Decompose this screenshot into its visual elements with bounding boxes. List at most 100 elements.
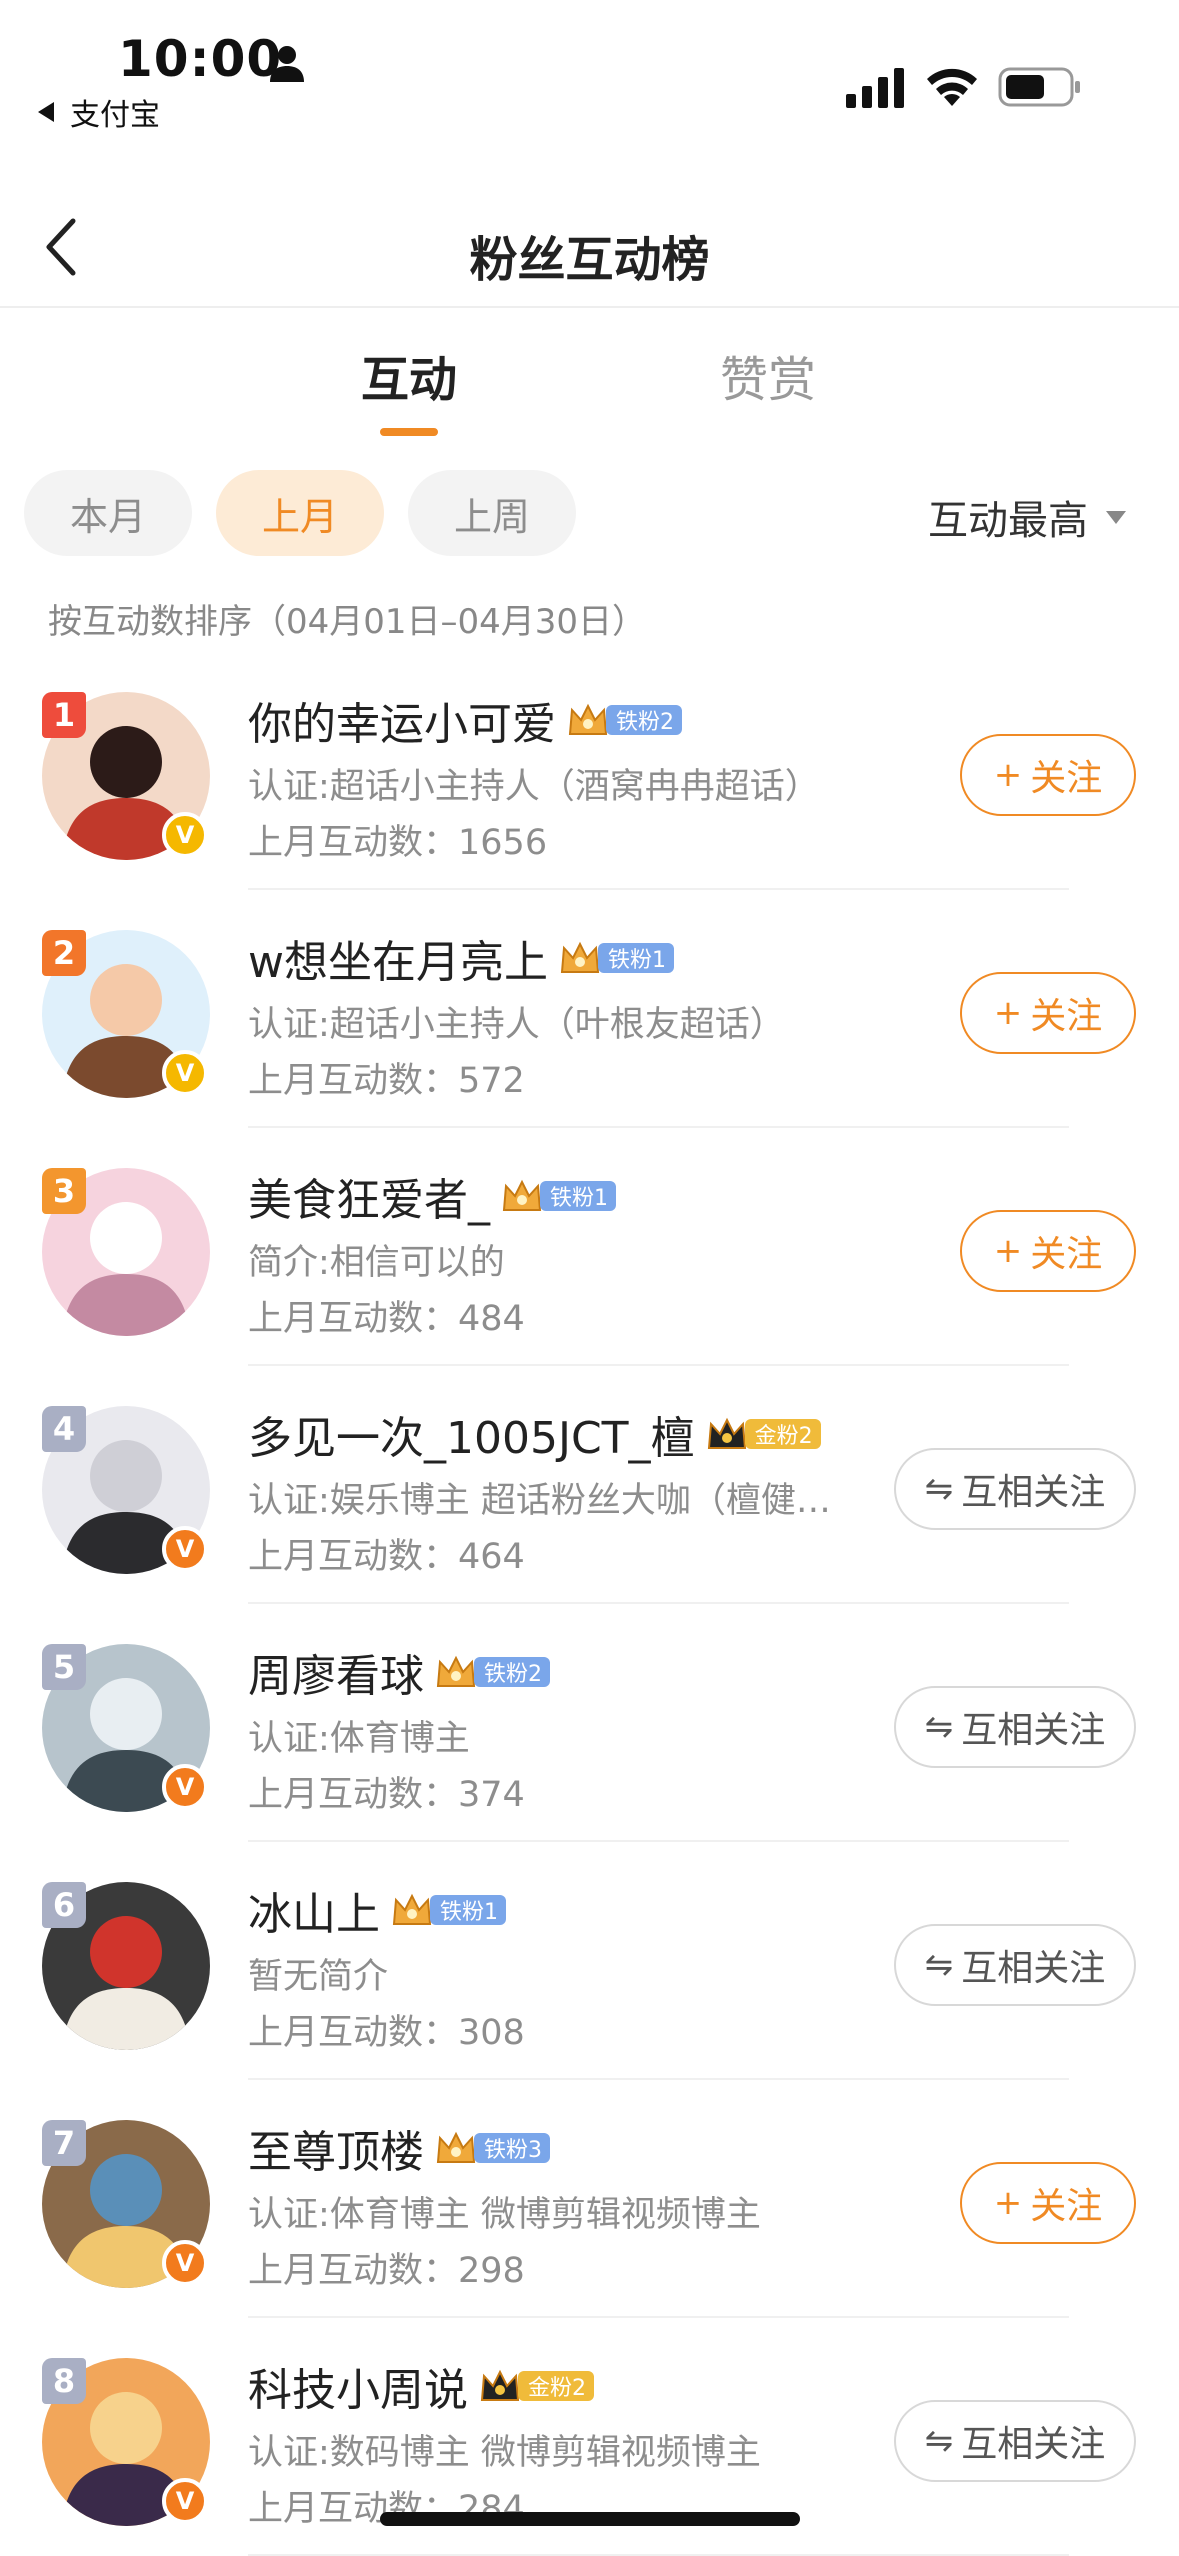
fan-description: 认证:超话小主持人（酒窝冉冉超话） [248,767,820,807]
mutual-arrows-icon: ⇋ [924,1945,954,1985]
plus-icon: + [993,2183,1023,2223]
follow-button-label: 关注 [1030,758,1103,799]
fan-description: 认证:数码博主 微博剪辑视频博主 [248,2433,761,2473]
name-line: 多见一次_1005JCT_檀 金粉2 [248,1402,821,1466]
interaction-count-line: 上月互动数：572 [248,1052,525,1103]
fan-row[interactable]: 1 V 你的幸运小可爱 铁粉2 认证:超话小主持人（酒窝冉冉超话） 上月互动数：… [0,650,1179,890]
interaction-count-label: 上月互动数： [248,2013,459,2053]
crown-icon [502,1179,542,1211]
tab-interaction[interactable]: 互动 [309,340,509,410]
crown-icon [436,1655,476,1687]
sort-dropdown[interactable]: 互动最高 [928,488,1126,546]
fan-level-badge: 铁粉3 [434,2128,550,2168]
fan-level-badge: 铁粉1 [500,1176,616,1216]
fan-name[interactable]: 周廖看球 [248,1640,424,1704]
fan-row[interactable]: 7 V 至尊顶楼 铁粉3 认证:体育博主 微博剪辑视频博主 上月互动数：298 … [0,2078,1179,2318]
plus-icon: + [993,755,1023,795]
fan-level-label: 铁粉3 [474,2133,550,2163]
follow-button[interactable]: + 关注 [960,734,1136,816]
tab-active-indicator [380,428,438,436]
caret-down-icon [1106,510,1126,524]
crown-icon [392,1893,432,1925]
fan-description: 认证:体育博主 [248,1719,470,1759]
fan-name[interactable]: 冰山上 [248,1878,380,1942]
back-to-app-link[interactable]: 支付宝 [38,90,160,134]
filter-this-month[interactable]: 本月 [24,470,192,556]
name-line: 你的幸运小可爱 铁粉2 [248,688,682,752]
follow-button-label: 关注 [1030,1234,1103,1275]
fan-level-label: 金粉2 [518,2371,594,2401]
follow-button-label: 互相关注 [961,1948,1106,1989]
interaction-count-label: 上月互动数： [248,1061,459,1101]
verified-badge-icon: V [162,1526,208,1572]
verified-badge-icon: V [162,1764,208,1810]
tab-reward[interactable]: 赞赏 [668,340,868,410]
rank-badge: 4 [42,1406,86,1452]
follow-button[interactable]: + 关注 [960,2162,1136,2244]
fan-row[interactable]: 3 美食狂爱者_ 铁粉1 简介:相信可以的 上月互动数：484 + 关注 [0,1126,1179,1366]
fan-name[interactable]: w想坐在月亮上 [248,926,548,990]
interaction-count-label: 上月互动数： [248,823,459,863]
fan-row[interactable]: 2 V w想坐在月亮上 铁粉1 认证:超话小主持人（叶根友超话） 上月互动数：5… [0,888,1179,1128]
fan-level-badge: 金粉2 [705,1414,821,1454]
plus-icon: + [993,1231,1023,1271]
fan-row[interactable]: 6 冰山上 铁粉1 暂无简介 上月互动数：308 ⇋ 互相关注 [0,1840,1179,2080]
wifi-icon [927,68,977,106]
interaction-count-value: 374 [458,1775,525,1815]
fan-name[interactable]: 科技小周说 [248,2354,468,2418]
fan-name[interactable]: 多见一次_1005JCT_檀 [248,1402,695,1466]
name-line: 科技小周说 金粉2 [248,2354,594,2418]
fan-level-badge: 金粉2 [478,2366,594,2406]
fan-name[interactable]: 至尊顶楼 [248,2116,424,2180]
fan-level-badge: 铁粉1 [390,1890,506,1930]
verified-badge-icon: V [162,2240,208,2286]
nav-bar: 粉丝互动榜 [0,190,1179,308]
rank-badge: 5 [42,1644,86,1690]
follow-button-label: 关注 [1030,996,1103,1037]
verified-badge-icon: V [162,812,208,858]
crown-icon [480,2369,520,2401]
crown-icon [436,2131,476,2163]
interaction-count-value: 1656 [458,823,548,863]
follow-button[interactable]: + 关注 [960,972,1136,1054]
interaction-count-line: 上月互动数：1656 [248,814,547,865]
follow-button-label: 互相关注 [961,1710,1106,1751]
fan-name[interactable]: 美食狂爱者_ [248,1164,490,1228]
fan-description: 暂无简介 [248,1957,389,1997]
fan-level-label: 金粉2 [744,1419,821,1449]
fan-level-badge: 铁粉2 [434,1652,550,1692]
interaction-count-value: 308 [458,2013,525,2053]
interaction-count-value: 464 [458,1537,525,1577]
crown-icon [560,941,600,973]
verified-badge-icon: V [162,1050,208,1096]
fan-level-label: 铁粉2 [606,705,682,735]
fan-row[interactable]: 4 V 多见一次_1005JCT_檀 金粉2 认证:娱乐博主 超话粉丝大咖（檀健… [0,1364,1179,1604]
fan-description: 认证:娱乐博主 超话粉丝大咖（檀健… [248,1481,831,1521]
crown-icon [707,1417,746,1449]
fan-level-label: 铁粉1 [430,1895,506,1925]
fan-level-badge: 铁粉2 [566,700,682,740]
filter-last-week[interactable]: 上周 [408,470,576,556]
crown-icon [568,703,608,735]
mutual-follow-button[interactable]: ⇋ 互相关注 [894,1924,1136,2006]
back-triangle-icon [38,102,54,122]
interaction-count-label: 上月互动数： [248,1537,459,1577]
fan-description: 认证:超话小主持人（叶根友超话） [248,1005,785,1045]
mutual-follow-button[interactable]: ⇋ 互相关注 [894,1686,1136,1768]
fan-name[interactable]: 你的幸运小可爱 [248,688,556,752]
follow-button[interactable]: + 关注 [960,1210,1136,1292]
mutual-follow-button[interactable]: ⇋ 互相关注 [894,2400,1136,2482]
status-time: 10:00 [118,30,283,88]
mutual-follow-button[interactable]: ⇋ 互相关注 [894,1448,1136,1530]
fan-row[interactable]: 5 V 周廖看球 铁粉2 认证:体育博主 上月互动数：374 ⇋ 互相关注 [0,1602,1179,1842]
interaction-count-line: 上月互动数：374 [248,1766,525,1817]
name-line: w想坐在月亮上 铁粉1 [248,926,674,990]
follow-button-label: 互相关注 [961,1472,1106,1513]
sort-range-note: 按互动数排序（04月01日–04月30日） [48,602,647,642]
person-icon [270,46,304,82]
sort-label: 互动最高 [928,498,1088,544]
filter-last-month[interactable]: 上月 [216,470,384,556]
interaction-count-value: 572 [458,1061,525,1101]
page-title: 粉丝互动榜 [469,232,710,288]
battery-icon [998,67,1080,107]
